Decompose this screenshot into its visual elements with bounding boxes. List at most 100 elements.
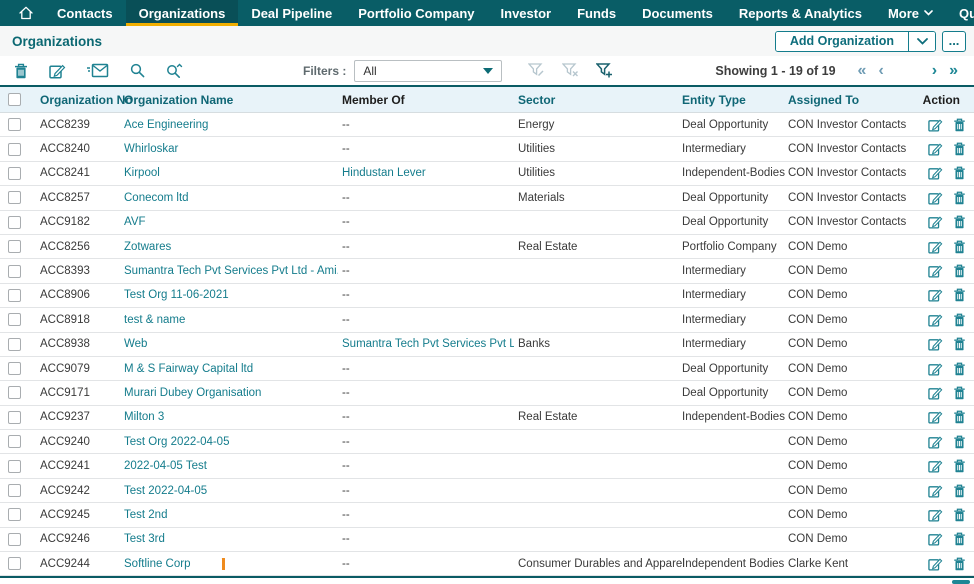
organization-name-link[interactable]: Ace Engineering xyxy=(124,119,208,131)
next-page-button[interactable]: › xyxy=(926,62,943,80)
edit-icon[interactable] xyxy=(928,435,943,449)
filter-add-icon[interactable] xyxy=(596,62,613,79)
edit-icon[interactable] xyxy=(928,288,943,302)
horizontal-scrollbar-thumb[interactable] xyxy=(952,580,970,584)
edit-icon[interactable] xyxy=(928,386,943,400)
table-row[interactable]: ACC9246 Test 3rd -- CON Demo xyxy=(0,527,974,553)
row-checkbox[interactable] xyxy=(8,191,21,205)
organization-name-link[interactable]: 2022-04-05 Test xyxy=(124,460,207,472)
edit-icon[interactable] xyxy=(928,313,943,327)
table-row[interactable]: ACC8906 Test Org 11-06-2021 -- Intermedi… xyxy=(0,283,974,309)
search-icon[interactable] xyxy=(130,63,145,78)
filter-edit-icon[interactable] xyxy=(528,63,545,78)
column-header-assigned-to[interactable]: Assigned To xyxy=(784,93,920,107)
edit-icon[interactable] xyxy=(928,240,943,254)
row-checkbox[interactable] xyxy=(8,484,21,498)
row-checkbox[interactable] xyxy=(8,313,21,327)
row-checkbox[interactable] xyxy=(8,410,21,424)
nav-tab-more[interactable]: More xyxy=(875,0,946,26)
organization-name-link[interactable]: Murari Dubey Organisation xyxy=(124,387,261,399)
table-row[interactable]: ACC9241 2022-04-05 Test -- CON Demo xyxy=(0,454,974,479)
last-page-button[interactable]: » xyxy=(943,62,964,80)
home-icon[interactable] xyxy=(8,0,44,26)
table-row[interactable]: ACC9244 Softline Corp -- Consumer Durabl… xyxy=(0,552,974,577)
table-row[interactable]: ACC8241 Kirpool Hindustan Lever Utilitie… xyxy=(0,161,974,187)
row-checkbox[interactable] xyxy=(8,215,21,229)
prev-page-button[interactable]: ‹ xyxy=(872,62,889,80)
table-row[interactable]: ACC9240 Test Org 2022-04-05 -- CON Demo xyxy=(0,430,974,455)
delete-icon[interactable] xyxy=(953,264,966,278)
table-row[interactable]: ACC8256 Zotwares -- Real Estate Portfoli… xyxy=(0,234,974,260)
row-checkbox[interactable] xyxy=(8,459,21,473)
email-icon[interactable] xyxy=(87,63,109,78)
row-checkbox[interactable] xyxy=(8,118,21,132)
nav-tab-funds[interactable]: Funds xyxy=(564,0,629,26)
column-header-organization-no[interactable]: Organization No xyxy=(36,93,133,107)
edit-icon[interactable] xyxy=(928,142,943,156)
delete-icon[interactable] xyxy=(953,410,966,424)
edit-icon[interactable] xyxy=(928,191,943,205)
edit-icon[interactable] xyxy=(928,459,943,473)
row-checkbox[interactable] xyxy=(8,240,21,254)
first-page-button[interactable]: « xyxy=(852,62,873,80)
nav-tab-investor[interactable]: Investor xyxy=(488,0,565,26)
row-checkbox[interactable] xyxy=(8,337,21,351)
delete-icon[interactable] xyxy=(953,435,966,449)
nav-tab-portfolio-company[interactable]: Portfolio Company xyxy=(345,0,487,26)
delete-icon[interactable] xyxy=(953,191,966,205)
edit-icon[interactable] xyxy=(928,362,943,376)
row-checkbox[interactable] xyxy=(8,142,21,156)
row-checkbox[interactable] xyxy=(8,264,21,278)
delete-icon[interactable] xyxy=(953,484,966,498)
organization-name-link[interactable]: Test Org 2022-04-05 xyxy=(124,436,229,448)
delete-icon[interactable] xyxy=(953,166,966,180)
edit-icon[interactable] xyxy=(928,410,943,424)
organization-name-link[interactable]: Web xyxy=(124,338,147,350)
organization-name-link[interactable]: Milton 3 xyxy=(124,411,164,423)
organization-name-link[interactable]: Zotwares xyxy=(124,241,171,253)
add-organization-button[interactable]: Add Organization xyxy=(775,31,908,51)
nav-tab-reports-analytics[interactable]: Reports & Analytics xyxy=(726,0,875,26)
row-checkbox[interactable] xyxy=(8,557,21,571)
edit-icon[interactable] xyxy=(928,484,943,498)
select-all-checkbox[interactable] xyxy=(8,93,21,106)
filter-clear-icon[interactable] xyxy=(562,63,579,78)
table-row[interactable]: ACC9182 AVF -- Deal Opportunity CON Inve… xyxy=(0,210,974,235)
delete-icon[interactable] xyxy=(953,142,966,156)
delete-icon[interactable] xyxy=(953,118,966,132)
edit-icon[interactable] xyxy=(928,264,943,278)
column-header-organization-name[interactable]: Organization Name xyxy=(120,93,338,107)
nav-tab-contacts[interactable]: Contacts xyxy=(44,0,126,26)
nav-tab-organizations[interactable]: Organizations xyxy=(125,0,239,26)
column-header-sector[interactable]: Sector xyxy=(514,93,678,107)
row-checkbox[interactable] xyxy=(8,362,21,376)
edit-icon[interactable] xyxy=(928,532,943,546)
edit-icon[interactable] xyxy=(928,508,943,522)
table-row[interactable]: ACC8393 Sumantra Tech Pvt Services Pvt L… xyxy=(0,259,974,284)
delete-icon[interactable] xyxy=(953,557,966,571)
delete-icon[interactable] xyxy=(953,288,966,302)
organization-name-link[interactable]: AVF xyxy=(124,216,146,228)
table-row[interactable]: ACC9242 Test 2022-04-05 -- CON Demo xyxy=(0,478,974,504)
table-row[interactable]: ACC8918 test & name -- Intermediary CON … xyxy=(0,308,974,333)
row-checkbox[interactable] xyxy=(8,508,21,522)
delete-icon[interactable] xyxy=(953,215,966,229)
organization-name-link[interactable]: Kirpool xyxy=(124,167,160,179)
advanced-search-icon[interactable] xyxy=(166,63,183,78)
column-header-member-of[interactable]: Member Of xyxy=(338,93,514,107)
row-checkbox[interactable] xyxy=(8,288,21,302)
nav-tab-documents[interactable]: Documents xyxy=(629,0,726,26)
table-row[interactable]: ACC8257 Conecom ltd -- Materials Deal Op… xyxy=(0,186,974,211)
organization-name-link[interactable]: Test 2nd xyxy=(124,509,167,521)
delete-icon[interactable] xyxy=(953,313,966,327)
row-checkbox[interactable] xyxy=(8,386,21,400)
row-checkbox[interactable] xyxy=(8,532,21,546)
edit-icon[interactable] xyxy=(928,118,943,132)
organization-name-link[interactable]: Whirloskar xyxy=(124,143,178,155)
nav-tab-quick-create[interactable]: Quick Create xyxy=(946,0,974,26)
organization-name-link[interactable]: M & S Fairway Capital ltd xyxy=(124,363,253,375)
delete-icon[interactable] xyxy=(953,532,966,546)
organization-name-link[interactable]: Test Org 11-06-2021 xyxy=(124,289,229,301)
edit-icon[interactable] xyxy=(928,337,943,351)
filters-dropdown[interactable]: All xyxy=(354,59,503,82)
